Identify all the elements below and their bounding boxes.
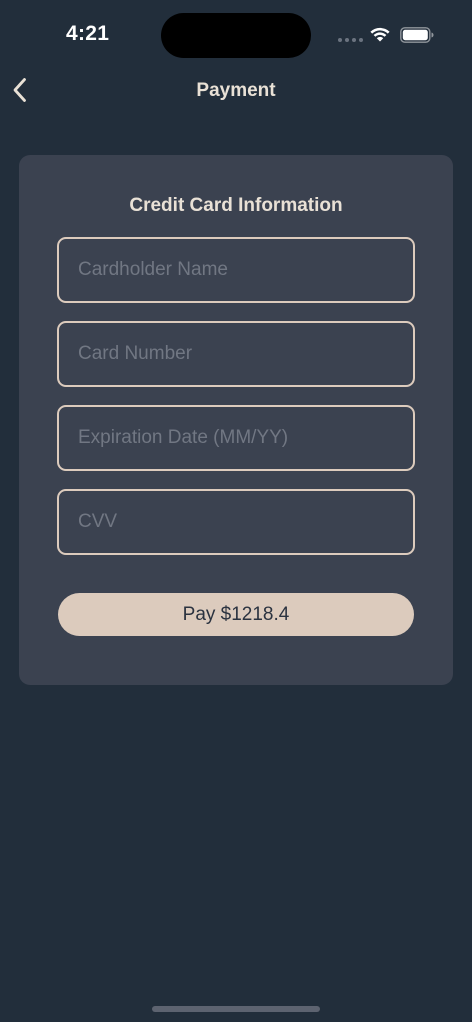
expiration-date-input[interactable] [57,405,415,471]
dynamic-island [161,13,311,58]
cvv-input[interactable] [57,489,415,555]
cardholder-name-input[interactable] [57,237,415,303]
credit-card-form: Credit Card Information Pay $1218.4 [19,155,453,685]
card-number-input[interactable] [57,321,415,387]
payment-screen: 4:21 Payment Credit Card Information Pay… [0,0,472,1022]
form-title: Credit Card Information [129,195,343,216]
wifi-icon [370,27,390,42]
cellular-signal-icon [338,38,363,42]
battery-icon [400,27,434,43]
pay-button[interactable]: Pay $1218.4 [58,593,414,636]
page-title: Payment [196,80,276,101]
home-indicator [152,1006,320,1012]
status-time: 4:21 [66,22,110,45]
